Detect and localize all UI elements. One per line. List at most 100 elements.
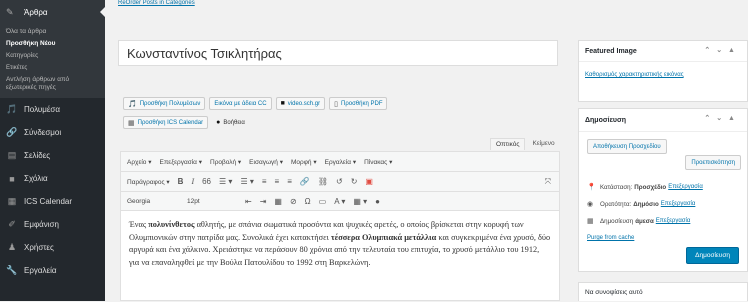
help-icon[interactable]: ● xyxy=(375,197,380,206)
sidebar-item-pages[interactable]: ▤ Σελίδες xyxy=(0,144,105,167)
add-pdf-button[interactable]: ▯ Προσθήκη PDF xyxy=(329,97,388,110)
menu-insert[interactable]: Εισαγωγή ▾ xyxy=(249,158,283,166)
bullet-list-icon[interactable]: ☰ ▾ xyxy=(219,177,232,186)
paragraph-select[interactable]: Παράγραφος ▾ xyxy=(127,178,170,186)
button-label: Εικόνα με άδεια CC xyxy=(214,100,267,107)
sidebar-item-label: Άρθρα xyxy=(24,7,48,17)
tools-icon: 🔧 xyxy=(6,265,18,275)
outdent-icon[interactable]: ⇤ xyxy=(245,197,252,206)
text-color-icon[interactable]: A ▾ xyxy=(334,197,345,206)
text-bold: πολυνίνθετος xyxy=(148,220,195,229)
pin-icon: 📍 xyxy=(587,184,596,191)
sidebar-item-label: Πολυμέσα xyxy=(24,105,60,114)
editor-content[interactable]: Ένας πολυνίνθετος αθλητής, με σπάνια σωμ… xyxy=(120,210,560,301)
sidebar-item-posts[interactable]: ✎ Άρθρα xyxy=(0,0,105,24)
edit-schedule-link[interactable]: Επεξεργασία xyxy=(656,218,691,224)
purge-cache-link[interactable]: Purge from cache xyxy=(587,235,634,241)
featured-image-panel: Featured Image ⌃⌄▲ Καθορισμός χαρακτηρισ… xyxy=(578,40,748,102)
paste-text-icon[interactable]: ▦ xyxy=(274,197,282,206)
schedule-label: Δημοσίευση xyxy=(600,217,634,225)
align-center-icon[interactable]: ≡ xyxy=(275,177,280,186)
sidebar-item-media[interactable]: 🎵 Πολυμέσα xyxy=(0,98,105,121)
table-icon[interactable]: ▦ ▾ xyxy=(353,197,367,206)
menu-file[interactable]: Αρχείο ▾ xyxy=(127,158,151,166)
sidebar-item-links[interactable]: 🔗 Σύνδεσμοι xyxy=(0,121,105,144)
edit-status-link[interactable]: Επεξεργασία xyxy=(668,184,703,190)
special-char-icon[interactable]: Ω xyxy=(305,197,311,206)
submenu-all-posts[interactable]: Όλα τα άρθρα xyxy=(0,26,105,38)
submenu-fetch-external[interactable]: Αντλήση άρθρων από xyxy=(0,74,105,84)
panel-header: Δημοσίευση ⌃⌄▲ xyxy=(579,109,747,132)
link-icon[interactable]: 66 xyxy=(202,177,211,186)
special-icon[interactable]: ▣ xyxy=(365,177,373,186)
clear-format-icon[interactable]: ⊘ xyxy=(290,197,297,206)
italic-icon[interactable]: I xyxy=(191,177,194,186)
sidebar-item-users[interactable]: ♟ Χρήστες xyxy=(0,236,105,259)
help-icon: ● xyxy=(216,119,221,126)
panel-title: Featured Image xyxy=(585,47,637,55)
sidebar-item-tools[interactable]: 🔧 Εργαλεία xyxy=(0,259,105,282)
redo-icon[interactable]: ↻ xyxy=(351,177,358,186)
numbered-list-icon[interactable]: ☰ ▾ xyxy=(240,177,253,186)
hr-icon[interactable]: ▭ xyxy=(319,197,327,206)
sidebar-item-comments[interactable]: ■ Σχόλια xyxy=(0,167,105,190)
text-run: Ένας xyxy=(129,220,149,229)
save-draft-button[interactable]: Αποθήκευση Προσχεδίου xyxy=(587,139,667,154)
button-label: Βοήθεια xyxy=(223,119,245,126)
panel-arrows-icon[interactable]: ⌃⌄▲ xyxy=(704,114,741,122)
comments-icon: ■ xyxy=(9,173,15,184)
submenu-fetch-external-2[interactable]: εξωτερικές πηγές xyxy=(0,84,105,94)
font-size-select[interactable]: 12pt xyxy=(187,198,237,205)
post-title-input[interactable]: Κωνσταντίνος Τσικλητήρας xyxy=(118,40,558,66)
indent-icon[interactable]: ⇥ xyxy=(260,197,267,206)
preview-button[interactable]: Προεπισκόπηση xyxy=(685,155,741,170)
menu-table[interactable]: Πίνακας ▾ xyxy=(364,158,392,166)
menu-format[interactable]: Μορφή ▾ xyxy=(291,158,317,166)
align-right-icon[interactable]: ≡ xyxy=(287,177,292,186)
visibility-row: ◉ Ορατότητα: Δημόσιο Επεξεργασία xyxy=(587,200,696,209)
undo-icon[interactable]: ↺ xyxy=(336,177,343,186)
set-featured-image-link[interactable]: Καθορισμός χαρακτηριστικής εικόνας xyxy=(585,72,684,78)
editor-format-toolbar: Παράγραφος ▾ B I 66 ☰ ▾ ☰ ▾ ≡ ≡ ≡ 🔗 ⛓ ↺ … xyxy=(120,171,560,191)
fullscreen-icon[interactable]: ⤧ xyxy=(545,177,551,187)
appearance-icon: ✐ xyxy=(8,219,16,229)
link-icon: 🔗 xyxy=(6,127,18,137)
add-media-button[interactable]: 🎵 Προσθήκη Πολυμέσων xyxy=(123,97,206,110)
panel-body: Καθορισμός χαρακτηριστικής εικόνας xyxy=(579,62,747,85)
button-label: Προσθήκη ICS Calendar xyxy=(137,119,204,126)
add-ics-calendar-button[interactable]: ▦ Προσθήκη ICS Calendar xyxy=(123,116,209,129)
menu-view[interactable]: Προβολή ▾ xyxy=(210,158,241,166)
content-paragraph: Ένας πολυνίνθετος αθλητής, με σπάνια σωμ… xyxy=(129,219,551,269)
reorder-posts-link[interactable]: ReOrder Posts in Categories xyxy=(118,0,195,6)
panel-arrows-icon[interactable]: ⌃⌄▲ xyxy=(704,46,741,54)
submenu-tags[interactable]: Ετικέτες xyxy=(0,62,105,74)
sidebar-item-ics-calendar[interactable]: ▦ ICS Calendar xyxy=(0,190,105,213)
sidebar-item-label: Εμφάνιση xyxy=(24,220,59,229)
unlink-icon[interactable]: ⛓ xyxy=(318,177,328,186)
bold-icon[interactable]: B xyxy=(178,177,184,186)
tab-visual[interactable]: Οπτικός xyxy=(490,138,526,150)
menu-edit[interactable]: Επεξεργασία ▾ xyxy=(159,158,202,166)
menu-tools[interactable]: Εργαλεία ▾ xyxy=(325,158,356,166)
align-left-icon[interactable]: ≡ xyxy=(262,177,267,186)
eye-icon: ◉ xyxy=(587,201,594,208)
pdf-icon: ▯ xyxy=(334,100,339,108)
submenu-add-new[interactable]: Προσθήκη Νέου xyxy=(0,38,105,50)
publish-button[interactable]: Δημοσίευση xyxy=(686,247,739,264)
status-row: 📍 Κατάσταση: Προσχέδιο Επεξεργασία xyxy=(587,183,703,192)
help-button[interactable]: ● Βοήθεια xyxy=(212,116,249,129)
media-icon: 🎵 xyxy=(128,100,137,108)
sidebar-item-appearance[interactable]: ✐ Εμφάνιση xyxy=(0,213,105,236)
next-panel-title: Να συνοψίσεις αυτό xyxy=(585,289,643,296)
video-sch-button[interactable]: ■ video.sch.gr xyxy=(275,97,326,110)
tab-text[interactable]: Κείμενο xyxy=(527,138,559,150)
submenu-categories[interactable]: Κατηγορίες xyxy=(0,50,105,62)
insert-link-icon[interactable]: 🔗 xyxy=(300,177,310,186)
editor-mode-tabs: Οπτικός Κείμενο xyxy=(490,138,560,150)
sidebar-item-label: ICS Calendar xyxy=(24,197,73,206)
cc-image-button[interactable]: Εικόνα με άδεια CC xyxy=(209,97,272,110)
media-icon: 🎵 xyxy=(6,104,18,114)
sidebar-item-label: Σελίδες xyxy=(24,151,51,160)
font-family-select[interactable]: Georgia xyxy=(127,198,179,205)
edit-visibility-link[interactable]: Επεξεργασία xyxy=(661,201,696,207)
